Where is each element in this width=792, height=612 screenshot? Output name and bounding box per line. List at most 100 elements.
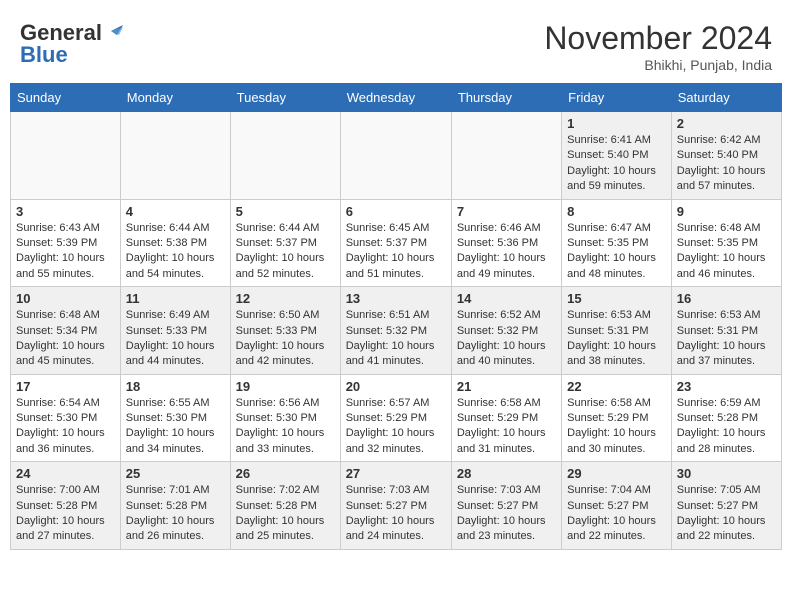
- day-number: 12: [236, 291, 335, 306]
- day-number: 7: [457, 204, 556, 219]
- calendar-cell: 11 Sunrise: 6:49 AM Sunset: 5:33 PM Dayli…: [120, 287, 230, 375]
- day-info: Sunrise: 7:03 AM Sunset: 5:27 PM Dayligh…: [457, 483, 556, 545]
- day-info: Sunrise: 6:56 AM Sunset: 5:30 PM Dayligh…: [236, 396, 335, 458]
- location: Bhikhi, Punjab, India: [544, 57, 772, 73]
- calendar-cell: [230, 112, 340, 200]
- calendar-cell: 18 Sunrise: 6:55 AM Sunset: 5:30 PM Dayli…: [120, 374, 230, 462]
- day-info: Sunrise: 6:52 AM Sunset: 5:32 PM Dayligh…: [457, 308, 556, 370]
- calendar-cell: 26 Sunrise: 7:02 AM Sunset: 5:28 PM Dayli…: [230, 462, 340, 550]
- day-number: 4: [126, 204, 225, 219]
- day-number: 3: [16, 204, 115, 219]
- day-number: 21: [457, 379, 556, 394]
- calendar-cell: [451, 112, 561, 200]
- day-info: Sunrise: 6:42 AM Sunset: 5:40 PM Dayligh…: [677, 133, 776, 195]
- calendar-week-row: 24 Sunrise: 7:00 AM Sunset: 5:28 PM Dayli…: [11, 462, 782, 550]
- calendar-cell: 1 Sunrise: 6:41 AM Sunset: 5:40 PM Daylig…: [562, 112, 672, 200]
- calendar-cell: 9Sunrise: 6:48 AM Sunset: 5:35 PM Daylig…: [671, 199, 781, 287]
- day-info: Sunrise: 6:44 AM Sunset: 5:38 PM Dayligh…: [126, 221, 225, 283]
- day-number: 10: [16, 291, 115, 306]
- page-header: General Blue November 2024 Bhikhi, Punja…: [10, 10, 782, 78]
- calendar-cell: 23Sunrise: 6:59 AM Sunset: 5:28 PM Dayli…: [671, 374, 781, 462]
- calendar-cell: 8 Sunrise: 6:47 AM Sunset: 5:35 PM Daylig…: [562, 199, 672, 287]
- day-header-saturday: Saturday: [671, 84, 781, 112]
- day-info: Sunrise: 6:53 AM Sunset: 5:31 PM Dayligh…: [677, 308, 776, 370]
- day-number: 24: [16, 466, 115, 481]
- calendar-cell: 17 Sunrise: 6:54 AM Sunset: 5:30 PM Dayli…: [11, 374, 121, 462]
- day-info: Sunrise: 6:58 AM Sunset: 5:29 PM Dayligh…: [457, 396, 556, 458]
- day-header-sunday: Sunday: [11, 84, 121, 112]
- calendar-cell: 30Sunrise: 7:05 AM Sunset: 5:27 PM Dayli…: [671, 462, 781, 550]
- title-block: November 2024 Bhikhi, Punjab, India: [544, 20, 772, 73]
- day-info: Sunrise: 7:04 AM Sunset: 5:27 PM Dayligh…: [567, 483, 666, 545]
- calendar-week-row: 1 Sunrise: 6:41 AM Sunset: 5:40 PM Daylig…: [11, 112, 782, 200]
- day-info: Sunrise: 7:02 AM Sunset: 5:28 PM Dayligh…: [236, 483, 335, 545]
- calendar-week-row: 10 Sunrise: 6:48 AM Sunset: 5:34 PM Dayli…: [11, 287, 782, 375]
- calendar-cell: 27 Sunrise: 7:03 AM Sunset: 5:27 PM Dayli…: [340, 462, 451, 550]
- day-number: 19: [236, 379, 335, 394]
- calendar-week-row: 17 Sunrise: 6:54 AM Sunset: 5:30 PM Dayli…: [11, 374, 782, 462]
- day-info: Sunrise: 6:45 AM Sunset: 5:37 PM Dayligh…: [346, 221, 446, 283]
- day-info: Sunrise: 6:43 AM Sunset: 5:39 PM Dayligh…: [16, 221, 115, 283]
- day-info: Sunrise: 6:41 AM Sunset: 5:40 PM Dayligh…: [567, 133, 666, 195]
- day-number: 2: [677, 116, 776, 131]
- day-number: 13: [346, 291, 446, 306]
- day-info: Sunrise: 6:48 AM Sunset: 5:34 PM Dayligh…: [16, 308, 115, 370]
- day-number: 18: [126, 379, 225, 394]
- calendar-cell: 13 Sunrise: 6:51 AM Sunset: 5:32 PM Dayli…: [340, 287, 451, 375]
- day-info: Sunrise: 6:54 AM Sunset: 5:30 PM Dayligh…: [16, 396, 115, 458]
- calendar-cell: 3 Sunrise: 6:43 AM Sunset: 5:39 PM Daylig…: [11, 199, 121, 287]
- calendar-cell: 12 Sunrise: 6:50 AM Sunset: 5:33 PM Dayli…: [230, 287, 340, 375]
- day-info: Sunrise: 6:46 AM Sunset: 5:36 PM Dayligh…: [457, 221, 556, 283]
- day-number: 15: [567, 291, 666, 306]
- day-header-wednesday: Wednesday: [340, 84, 451, 112]
- day-number: 25: [126, 466, 225, 481]
- calendar-week-row: 3 Sunrise: 6:43 AM Sunset: 5:39 PM Daylig…: [11, 199, 782, 287]
- day-number: 29: [567, 466, 666, 481]
- calendar-cell: 21 Sunrise: 6:58 AM Sunset: 5:29 PM Dayli…: [451, 374, 561, 462]
- day-info: Sunrise: 6:50 AM Sunset: 5:33 PM Dayligh…: [236, 308, 335, 370]
- logo-blue: Blue: [20, 42, 68, 68]
- day-number: 6: [346, 204, 446, 219]
- day-info: Sunrise: 6:47 AM Sunset: 5:35 PM Dayligh…: [567, 221, 666, 283]
- calendar-cell: 15 Sunrise: 6:53 AM Sunset: 5:31 PM Dayli…: [562, 287, 672, 375]
- day-info: Sunrise: 6:48 AM Sunset: 5:35 PM Dayligh…: [677, 221, 776, 283]
- day-number: 11: [126, 291, 225, 306]
- day-number: 23: [677, 379, 776, 394]
- calendar-cell: 19 Sunrise: 6:56 AM Sunset: 5:30 PM Dayli…: [230, 374, 340, 462]
- day-number: 14: [457, 291, 556, 306]
- calendar-cell: 4 Sunrise: 6:44 AM Sunset: 5:38 PM Daylig…: [120, 199, 230, 287]
- day-info: Sunrise: 6:44 AM Sunset: 5:37 PM Dayligh…: [236, 221, 335, 283]
- calendar-cell: 28 Sunrise: 7:03 AM Sunset: 5:27 PM Dayli…: [451, 462, 561, 550]
- day-number: 8: [567, 204, 666, 219]
- day-number: 17: [16, 379, 115, 394]
- day-info: Sunrise: 6:49 AM Sunset: 5:33 PM Dayligh…: [126, 308, 225, 370]
- day-info: Sunrise: 6:57 AM Sunset: 5:29 PM Dayligh…: [346, 396, 446, 458]
- calendar-cell: 5Sunrise: 6:44 AM Sunset: 5:37 PM Daylig…: [230, 199, 340, 287]
- day-number: 26: [236, 466, 335, 481]
- month-year: November 2024: [544, 20, 772, 57]
- calendar-cell: 24 Sunrise: 7:00 AM Sunset: 5:28 PM Dayli…: [11, 462, 121, 550]
- day-info: Sunrise: 6:58 AM Sunset: 5:29 PM Dayligh…: [567, 396, 666, 458]
- calendar-cell: [120, 112, 230, 200]
- day-number: 27: [346, 466, 446, 481]
- calendar-cell: 6 Sunrise: 6:45 AM Sunset: 5:37 PM Daylig…: [340, 199, 451, 287]
- calendar-cell: 14 Sunrise: 6:52 AM Sunset: 5:32 PM Dayli…: [451, 287, 561, 375]
- day-info: Sunrise: 6:55 AM Sunset: 5:30 PM Dayligh…: [126, 396, 225, 458]
- day-info: Sunrise: 6:51 AM Sunset: 5:32 PM Dayligh…: [346, 308, 446, 370]
- calendar-cell: 29 Sunrise: 7:04 AM Sunset: 5:27 PM Dayli…: [562, 462, 672, 550]
- day-info: Sunrise: 7:05 AM Sunset: 5:27 PM Dayligh…: [677, 483, 776, 545]
- day-number: 28: [457, 466, 556, 481]
- calendar-cell: 10 Sunrise: 6:48 AM Sunset: 5:34 PM Dayli…: [11, 287, 121, 375]
- calendar-cell: [340, 112, 451, 200]
- day-info: Sunrise: 7:00 AM Sunset: 5:28 PM Dayligh…: [16, 483, 115, 545]
- day-header-tuesday: Tuesday: [230, 84, 340, 112]
- day-info: Sunrise: 7:03 AM Sunset: 5:27 PM Dayligh…: [346, 483, 446, 545]
- day-number: 16: [677, 291, 776, 306]
- logo: General Blue: [20, 20, 123, 68]
- logo-bird-icon: [103, 21, 123, 41]
- day-info: Sunrise: 6:53 AM Sunset: 5:31 PM Dayligh…: [567, 308, 666, 370]
- calendar-table: SundayMondayTuesdayWednesdayThursdayFrid…: [10, 83, 782, 550]
- day-number: 22: [567, 379, 666, 394]
- day-header-friday: Friday: [562, 84, 672, 112]
- day-number: 1: [567, 116, 666, 131]
